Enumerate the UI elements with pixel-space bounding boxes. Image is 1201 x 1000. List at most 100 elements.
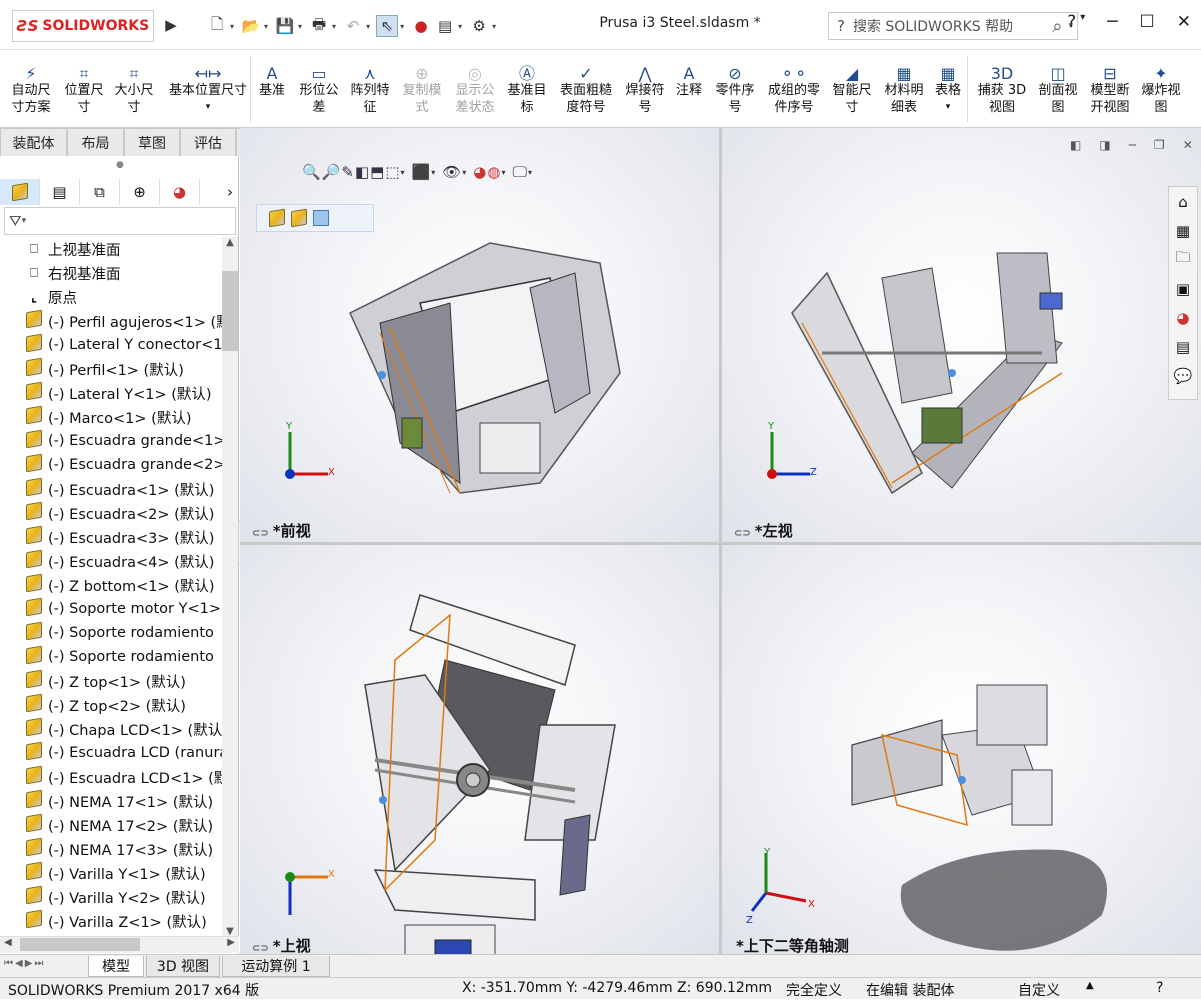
ribbon-button-18[interactable]: 3D 捕获 3D 视图 [975,56,1029,116]
command-tab-1[interactable]: 布局 [67,128,124,156]
open-icon[interactable]: 📂 [240,15,262,37]
apply-scene-icon[interactable]: ◍ [487,163,500,181]
dimxpert-tab-icon[interactable]: ⊕ [120,179,160,205]
help-icon[interactable]: ? [1067,12,1076,32]
tree-item[interactable]: (-) Soporte rodamiento [24,645,214,669]
ribbon-button-6[interactable]: ⋏ 阵列特征 [348,56,392,116]
tree-item[interactable]: (-) Varilla Y<2> (默认) [24,885,206,909]
tree-item[interactable]: (-) Perfil agujeros<1> (默认 [24,309,222,333]
appearances-icon[interactable]: ◕ [1169,303,1197,332]
tree-item[interactable]: ⌞ 原点 [24,285,77,309]
ribbon-dropdown-caret-icon[interactable]: ▾ [206,99,211,116]
hide-show-items-icon[interactable]: 👁 [442,163,461,181]
open-caret-icon[interactable]: ▾ [264,22,268,31]
tree-filter[interactable]: ⛛ ▾ [4,207,236,235]
tree-item[interactable]: (-) Escuadra grande<2> [24,453,222,477]
save-icon[interactable]: 💾 [274,15,296,37]
ribbon-button-9[interactable]: Ⓐ 基准目标 [505,56,549,116]
viewport-restore-icon[interactable]: ❐ [1154,138,1165,152]
help-caret-icon[interactable]: ▾ [1080,12,1085,32]
tree-item[interactable]: (-) Z bottom<1> (默认) [24,573,215,597]
ribbon-button-2[interactable]: ⌗ 大小尺寸 [111,56,157,116]
link-views-icon[interactable]: ⊂⊃ [252,943,269,954]
save-caret-icon[interactable]: ▾ [298,22,302,31]
search-icon[interactable]: ⌕ [1052,16,1062,37]
dynamic-annotation-icon[interactable]: ⬒ [370,163,384,181]
ribbon-button-17[interactable]: ▦ 表格 ▾ [933,56,963,116]
command-tab-0[interactable]: 装配体 [0,128,67,156]
left-view-pane[interactable]: Y Z ⊂⊃ *左视 [722,128,1201,542]
bottom-tab-2[interactable]: 运动算例 1 [222,956,330,977]
properties-caret-icon[interactable]: ▾ [458,22,462,31]
viewport-prev-icon[interactable]: ◧ [1070,138,1081,152]
tree-item[interactable]: (-) Varilla Y<1> (默认) [24,861,206,885]
options-gear-icon[interactable]: ⚙ [468,15,490,37]
panel-grip-icon[interactable]: ● [116,160,124,170]
viewport-next-icon[interactable]: ◨ [1099,138,1110,152]
filter-caret-icon[interactable]: ▾ [22,216,27,226]
bottom-tab-1[interactable]: 3D 视图 [146,956,220,977]
design-library-icon[interactable]: ▦ [1169,216,1197,245]
select-cursor-icon[interactable]: ⇖ [376,15,399,37]
zoom-to-fit-icon[interactable]: 🔍 [302,163,321,181]
tree-item[interactable]: (-) Escuadra<3> (默认) [24,525,214,549]
solidworks-logo[interactable]: ƧS SOLIDWORKS [12,10,154,42]
ribbon-button-12[interactable]: A 注释 [673,56,705,99]
viewport-close-icon[interactable]: ✕ [1183,138,1193,152]
ribbon-button-15[interactable]: ◢ 智能尺寸 [830,56,874,116]
ribbon-button-7[interactable]: ⊕ 复制模式 [400,56,444,116]
tree-item[interactable]: (-) Escuadra LCD (ranura [24,741,222,765]
breadcrumb-subassembly-icon[interactable] [291,208,307,228]
view-palette-icon[interactable]: ▣ [1169,274,1197,303]
tree-item[interactable]: (-) Escuadra<1> (默认) [24,477,214,501]
tree-item[interactable]: (-) Lateral Y<1> (默认) [24,381,212,405]
tree-item[interactable]: (-) Lateral Y conector<1 [24,333,222,357]
status-units[interactable]: 自定义 [1018,980,1060,1000]
view-orientation-icon[interactable]: ⬚ [385,163,399,181]
ribbon-button-20[interactable]: ⊟ 模型断 开视图 [1088,56,1132,116]
tree-hscroll-thumb[interactable] [20,938,140,951]
feature-manager-tab-icon[interactable] [0,179,40,205]
edit-appearance-icon[interactable]: ◕ [473,163,486,181]
scroll-left-icon[interactable]: ◀ [4,937,12,948]
viewport-minimize-icon[interactable]: ─ [1129,138,1136,152]
configuration-manager-tab-icon[interactable]: ⧉ [80,179,120,205]
view-settings-icon[interactable]: 🖵 [513,163,527,181]
undo-icon[interactable]: ↶ [342,15,364,37]
tree-item[interactable]: (-) Escuadra<4> (默认) [24,549,214,573]
ribbon-button-14[interactable]: ⚬⚬ 成组的零 件序号 [764,56,824,116]
ribbon-button-8[interactable]: ◎ 显示公 差状态 [452,56,498,116]
section-view-icon[interactable]: ◧ [355,163,369,181]
tree-item[interactable]: (-) Varilla Z<1> (默认) [24,909,207,933]
tree-item[interactable]: (-) Soporte motor Y<1> [24,597,221,621]
tree-item[interactable]: (-) NEMA 17<2> (默认) [24,813,213,837]
rebuild-traffic-light-icon[interactable]: ● [410,15,432,37]
scroll-up-icon[interactable]: ▲ [222,237,238,248]
units-caret-icon[interactable]: ▲ [1086,980,1094,991]
status-help-icon[interactable]: ? [1156,980,1163,996]
custom-properties-icon[interactable]: ▤ [1169,332,1197,361]
tree-item[interactable]: (-) Z top<2> (默认) [24,693,186,717]
tree-item[interactable]: (-) NEMA 17<3> (默认) [24,837,213,861]
isometric-view-pane[interactable]: Y X Z *上下二等角轴测 [722,545,1201,955]
ribbon-button-16[interactable]: ▦ 材料明 细表 [882,56,926,116]
tree-item[interactable]: ⎕ 右视基准面 [24,261,120,285]
command-tab-2[interactable]: 草图 [124,128,180,156]
scroll-right-icon[interactable]: ▶ [227,937,235,948]
ribbon-dropdown-caret-icon[interactable]: ▾ [946,99,951,116]
graphics-area[interactable]: Y X ⊂⊃ *前视 Y Z ⊂⊃ *左视 X ⊂⊃ *上视 Y X Z *上下… [240,128,1201,955]
display-manager-tab-icon[interactable]: ◕ [160,179,200,205]
ribbon-button-13[interactable]: ⊘ 零件序号 [712,56,758,116]
file-properties-icon[interactable]: ▤ [434,15,456,37]
expand-menu-icon[interactable]: ▶ [160,14,182,36]
command-tab-3[interactable]: 评估 [180,128,236,156]
forum-icon[interactable]: 💬 [1169,361,1197,390]
breadcrumb-assembly-icon[interactable] [269,208,285,228]
ribbon-button-0[interactable]: ⚡ 自动尺 寸方案 [8,56,54,116]
tree-item[interactable]: (-) Perfil<1> (默认) [24,357,184,381]
undo-caret-icon[interactable]: ▾ [366,22,370,31]
ribbon-button-4[interactable]: A 基准 [257,56,287,99]
tree-item[interactable]: (-) Escuadra<2> (默认) [24,501,214,525]
bottom-tab-0[interactable]: 模型 [88,956,144,977]
ribbon-button-21[interactable]: ✦ 爆炸视图 [1139,56,1183,116]
